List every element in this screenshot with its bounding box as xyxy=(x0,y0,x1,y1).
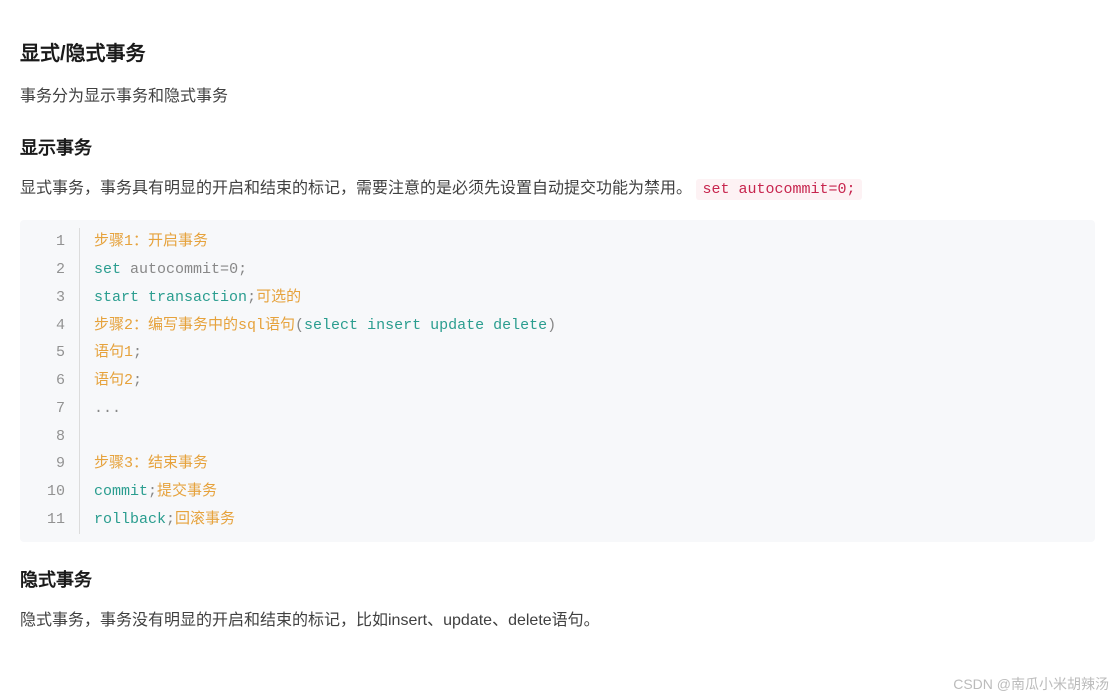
heading-explicit: 显示事务 xyxy=(20,134,1095,163)
code-token: update xyxy=(430,317,484,334)
code-token: 步骤1：开启事务 xyxy=(94,233,208,250)
code-token: ; xyxy=(238,261,247,278)
code-content: 步骤2：编写事务中的sql语句(select insert update del… xyxy=(80,312,556,340)
code-line: 11rollback;回滚事务 xyxy=(20,506,1095,534)
code-line: 8 xyxy=(20,423,1095,451)
code-content xyxy=(80,423,103,451)
code-token: ; xyxy=(166,511,175,528)
code-line: 7... xyxy=(20,395,1095,423)
code-content: ... xyxy=(80,395,121,423)
code-token: 回滚事务 xyxy=(175,511,235,528)
code-token: rollback xyxy=(94,511,166,528)
code-token: commit xyxy=(94,483,148,500)
code-token: 步骤2：编写事务中的sql语句 xyxy=(94,317,295,334)
code-line: 10commit;提交事务 xyxy=(20,478,1095,506)
code-token: 语句2 xyxy=(94,372,133,389)
code-content: 步骤3：结束事务 xyxy=(80,450,208,478)
code-token: ( xyxy=(295,317,304,334)
intro-paragraph: 事务分为显示事务和隐式事务 xyxy=(20,84,1095,110)
code-token: ; xyxy=(247,289,256,306)
code-line: 1 步骤1：开启事务 xyxy=(20,228,1095,256)
code-content: commit;提交事务 xyxy=(80,478,217,506)
code-token: 可选的 xyxy=(256,289,301,306)
line-number: 1 xyxy=(20,228,80,256)
line-number: 9 xyxy=(20,450,80,478)
code-token: delete xyxy=(493,317,547,334)
line-number: 5 xyxy=(20,339,80,367)
code-content: rollback;回滚事务 xyxy=(80,506,235,534)
code-token: ; xyxy=(133,344,142,361)
code-token: 0 xyxy=(229,261,238,278)
code-line: 5语句1; xyxy=(20,339,1095,367)
code-token: 步骤3：结束事务 xyxy=(94,455,208,472)
code-token: 语句1 xyxy=(94,344,133,361)
code-token: ; xyxy=(148,483,157,500)
code-token: ; xyxy=(133,372,142,389)
code-token: transaction xyxy=(148,289,247,306)
code-token: set xyxy=(94,261,121,278)
code-content: set autocommit=0; xyxy=(80,256,247,284)
code-token: autocommit xyxy=(121,261,220,278)
line-number: 10 xyxy=(20,478,80,506)
code-line: 4步骤2：编写事务中的sql语句(select insert update de… xyxy=(20,312,1095,340)
line-number: 2 xyxy=(20,256,80,284)
inline-code-autocommit: set autocommit=0; xyxy=(696,179,861,200)
code-token xyxy=(484,317,493,334)
explicit-desc-paragraph: 显式事务，事务具有明显的开启和结束的标记，需要注意的是必须先设置自动提交功能为禁… xyxy=(20,176,1095,202)
code-token: select xyxy=(304,317,358,334)
code-content: 步骤1：开启事务 xyxy=(80,228,208,256)
watermark: CSDN @南瓜小米胡辣汤 xyxy=(953,673,1109,695)
line-number: 4 xyxy=(20,312,80,340)
code-content: start transaction;可选的 xyxy=(80,284,301,312)
line-number: 7 xyxy=(20,395,80,423)
code-token: = xyxy=(220,261,229,278)
code-token xyxy=(358,317,367,334)
implicit-desc-paragraph: 隐式事务，事务没有明显的开启和结束的标记，比如insert、update、del… xyxy=(20,608,1095,634)
code-token: ) xyxy=(547,317,556,334)
explicit-desc-text: 显式事务，事务具有明显的开启和结束的标记，需要注意的是必须先设置自动提交功能为禁… xyxy=(20,180,692,197)
code-line: 9 步骤3：结束事务 xyxy=(20,450,1095,478)
code-block: 1步骤1：开启事务2set autocommit=0;3start transa… xyxy=(20,220,1095,541)
code-line: 6语句2; xyxy=(20,367,1095,395)
code-line: 2set autocommit=0; xyxy=(20,256,1095,284)
heading-main: 显式/隐式事务 xyxy=(20,38,1095,70)
code-token xyxy=(421,317,430,334)
code-token: insert xyxy=(367,317,421,334)
line-number: 11 xyxy=(20,506,80,534)
line-number: 6 xyxy=(20,367,80,395)
heading-implicit: 隐式事务 xyxy=(20,566,1095,595)
line-number: 3 xyxy=(20,284,80,312)
code-content: 语句2; xyxy=(80,367,142,395)
code-token: start xyxy=(94,289,139,306)
code-line: 3start transaction;可选的 xyxy=(20,284,1095,312)
code-token: 提交事务 xyxy=(157,483,217,500)
code-token xyxy=(139,289,148,306)
line-number: 8 xyxy=(20,423,80,451)
code-token: ... xyxy=(94,400,121,417)
code-content: 语句1; xyxy=(80,339,142,367)
